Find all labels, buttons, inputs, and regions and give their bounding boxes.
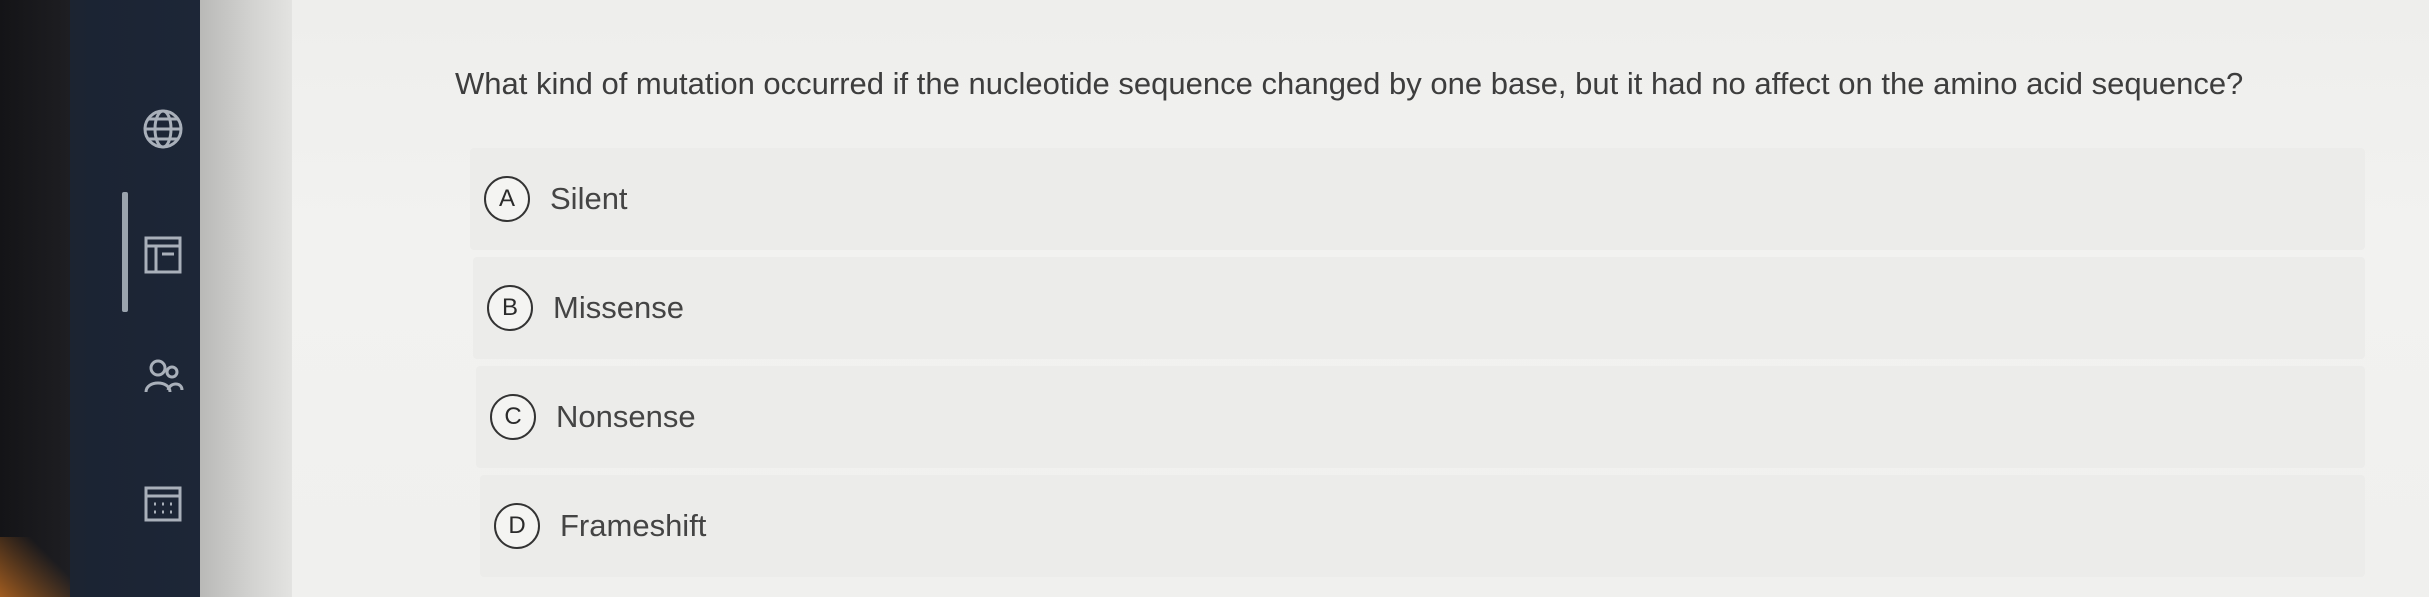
option-b[interactable]: B Missense: [473, 257, 2365, 359]
option-c[interactable]: C Nonsense: [476, 366, 2365, 468]
calendar-icon[interactable]: [140, 480, 186, 526]
quiz-page: What kind of mutation occurred if the nu…: [0, 0, 2429, 597]
sidebar-edge: [0, 0, 70, 597]
answer-options: A Silent B Missense C Nonsense D Framesh…: [470, 148, 2365, 584]
option-label: Frameshift: [560, 508, 707, 543]
option-label: Nonsense: [556, 399, 696, 434]
option-label: Silent: [550, 181, 628, 216]
document-icon[interactable]: [140, 232, 186, 278]
panel-divider: [200, 0, 292, 597]
people-icon[interactable]: [140, 352, 186, 398]
option-label: Missense: [553, 290, 684, 325]
sidebar-active-indicator: [122, 192, 128, 312]
option-letter-badge: C: [490, 394, 536, 440]
sidebar: [0, 0, 200, 597]
option-letter-badge: B: [487, 285, 533, 331]
option-letter-badge: D: [494, 503, 540, 549]
ambient-light: [0, 537, 70, 597]
option-a[interactable]: A Silent: [470, 148, 2365, 250]
question-text: What kind of mutation occurred if the nu…: [455, 66, 2244, 101]
option-d[interactable]: D Frameshift: [480, 475, 2365, 577]
globe-icon[interactable]: [140, 106, 186, 152]
option-letter-badge: A: [484, 176, 530, 222]
